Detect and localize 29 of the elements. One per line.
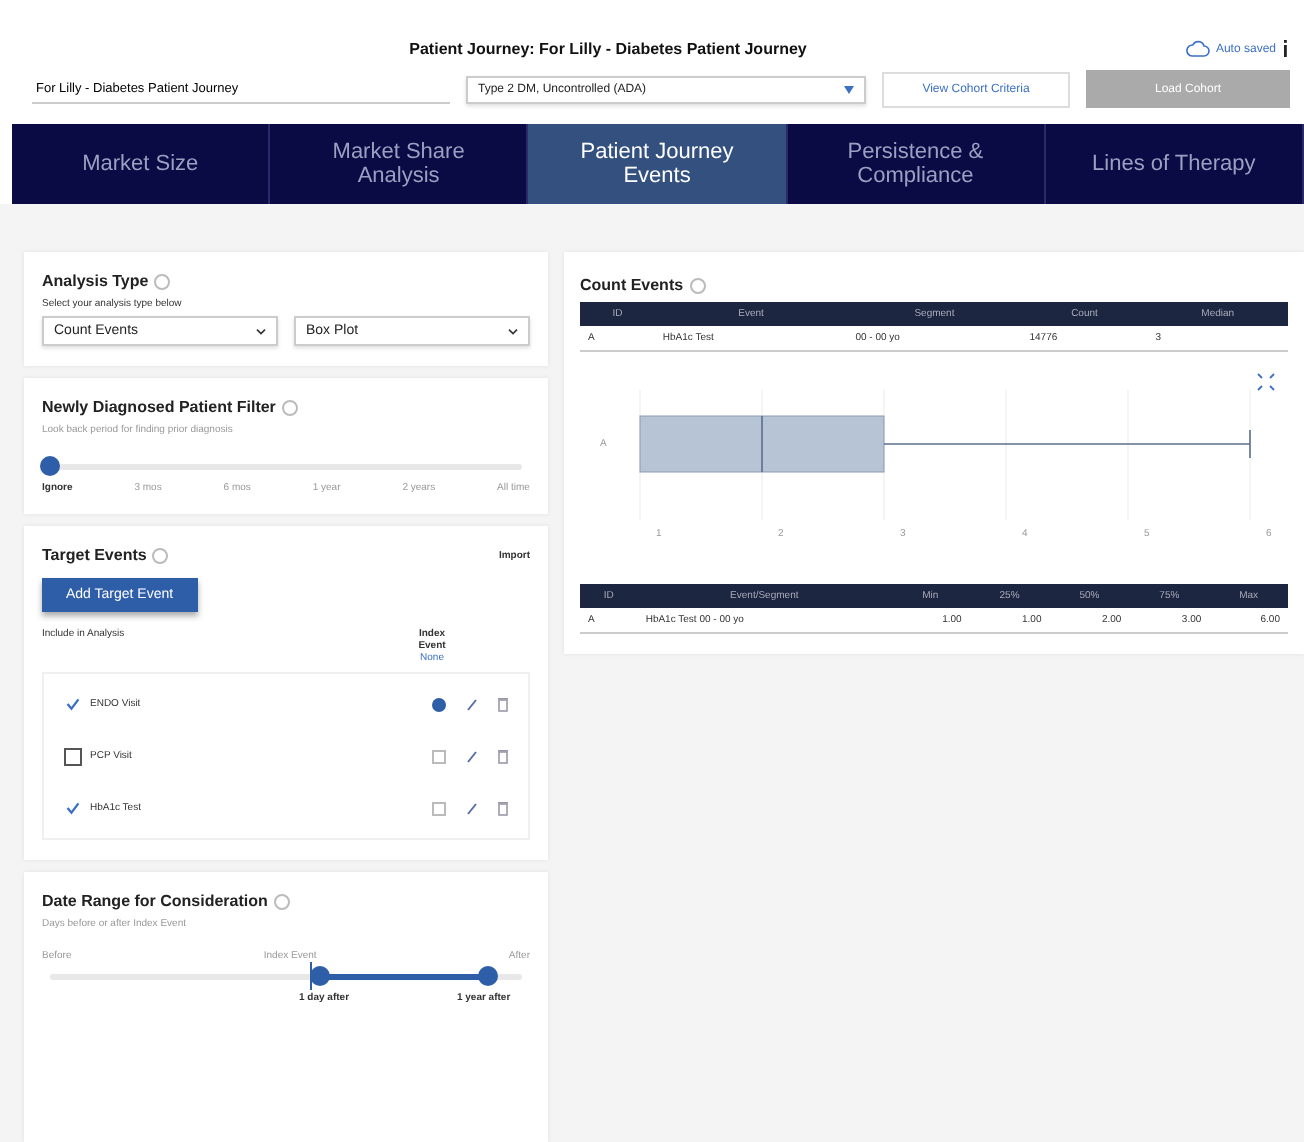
expand-icon[interactable] (1256, 372, 1276, 392)
index-marker (309, 962, 312, 990)
index-event-radio[interactable] (432, 801, 446, 815)
checkbox[interactable] (64, 799, 82, 817)
section-title: Count Events (580, 276, 684, 294)
index-event-radio[interactable] (432, 697, 446, 711)
section-title: Newly Diagnosed Patient Filter (42, 398, 276, 416)
edit-icon[interactable] (466, 749, 478, 763)
edit-icon[interactable] (466, 801, 478, 815)
caret-icon (844, 85, 854, 93)
section-title: Date Range for Consideration (42, 892, 268, 910)
slider-thumb[interactable] (478, 966, 499, 986)
checkbox[interactable] (64, 695, 82, 713)
chevron-icon (256, 327, 266, 335)
trash-icon[interactable] (498, 801, 508, 815)
page-title: Patient Journey: For Lilly - Diabetes Patient Journey (409, 40, 807, 58)
trash-icon[interactable] (498, 749, 508, 763)
section-title: Analysis Type (42, 272, 149, 290)
cloud-icon (1185, 40, 1210, 58)
section-title: Target Events (42, 546, 147, 564)
slider-thumb[interactable] (40, 456, 60, 476)
info-icon[interactable] (1282, 40, 1288, 58)
index-event-radio[interactable] (432, 749, 446, 763)
slider-thumb[interactable] (309, 966, 330, 986)
checkbox[interactable] (64, 747, 82, 765)
nav-tab[interactable]: Patient Journey Events (528, 124, 788, 204)
chevron-icon (508, 327, 518, 335)
edit-icon[interactable] (466, 697, 478, 711)
trash-icon[interactable] (498, 697, 508, 711)
